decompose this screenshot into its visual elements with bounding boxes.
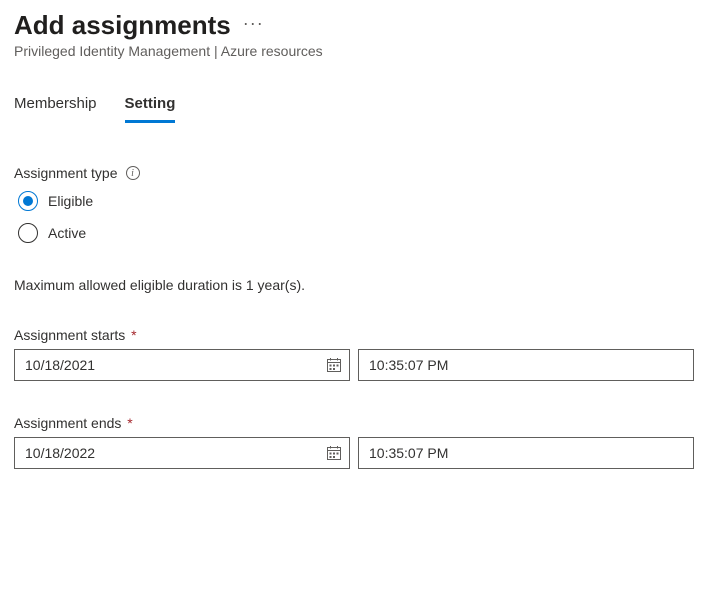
breadcrumb: Privileged Identity Management | Azure r… bbox=[14, 43, 702, 59]
start-time-input[interactable] bbox=[358, 349, 694, 381]
tab-setting[interactable]: Setting bbox=[125, 95, 176, 123]
radio-option-active[interactable]: Active bbox=[18, 223, 702, 243]
radio-icon bbox=[18, 191, 38, 211]
assignment-ends-label: Assignment ends * bbox=[14, 415, 702, 431]
start-date-input[interactable] bbox=[14, 349, 350, 381]
assignment-starts-label: Assignment starts * bbox=[14, 327, 702, 343]
calendar-icon[interactable] bbox=[326, 357, 342, 373]
end-date-input[interactable] bbox=[14, 437, 350, 469]
tab-membership[interactable]: Membership bbox=[14, 95, 97, 123]
required-indicator: * bbox=[123, 415, 132, 431]
radio-option-eligible[interactable]: Eligible bbox=[18, 191, 702, 211]
assignment-type-radio-group: Eligible Active bbox=[18, 191, 702, 243]
radio-label-eligible: Eligible bbox=[48, 193, 93, 209]
page-title: Add assignments bbox=[14, 10, 231, 41]
radio-icon bbox=[18, 223, 38, 243]
assignment-type-label: Assignment type bbox=[14, 165, 118, 181]
radio-label-active: Active bbox=[48, 225, 86, 241]
more-actions-button[interactable]: ··· bbox=[243, 13, 264, 34]
tabs: Membership Setting bbox=[14, 95, 702, 123]
max-duration-hint: Maximum allowed eligible duration is 1 y… bbox=[14, 277, 702, 293]
required-indicator: * bbox=[127, 327, 136, 343]
end-time-input[interactable] bbox=[358, 437, 694, 469]
info-icon[interactable]: i bbox=[126, 166, 140, 180]
starts-label-text: Assignment starts bbox=[14, 327, 125, 343]
calendar-icon[interactable] bbox=[326, 445, 342, 461]
ends-label-text: Assignment ends bbox=[14, 415, 121, 431]
